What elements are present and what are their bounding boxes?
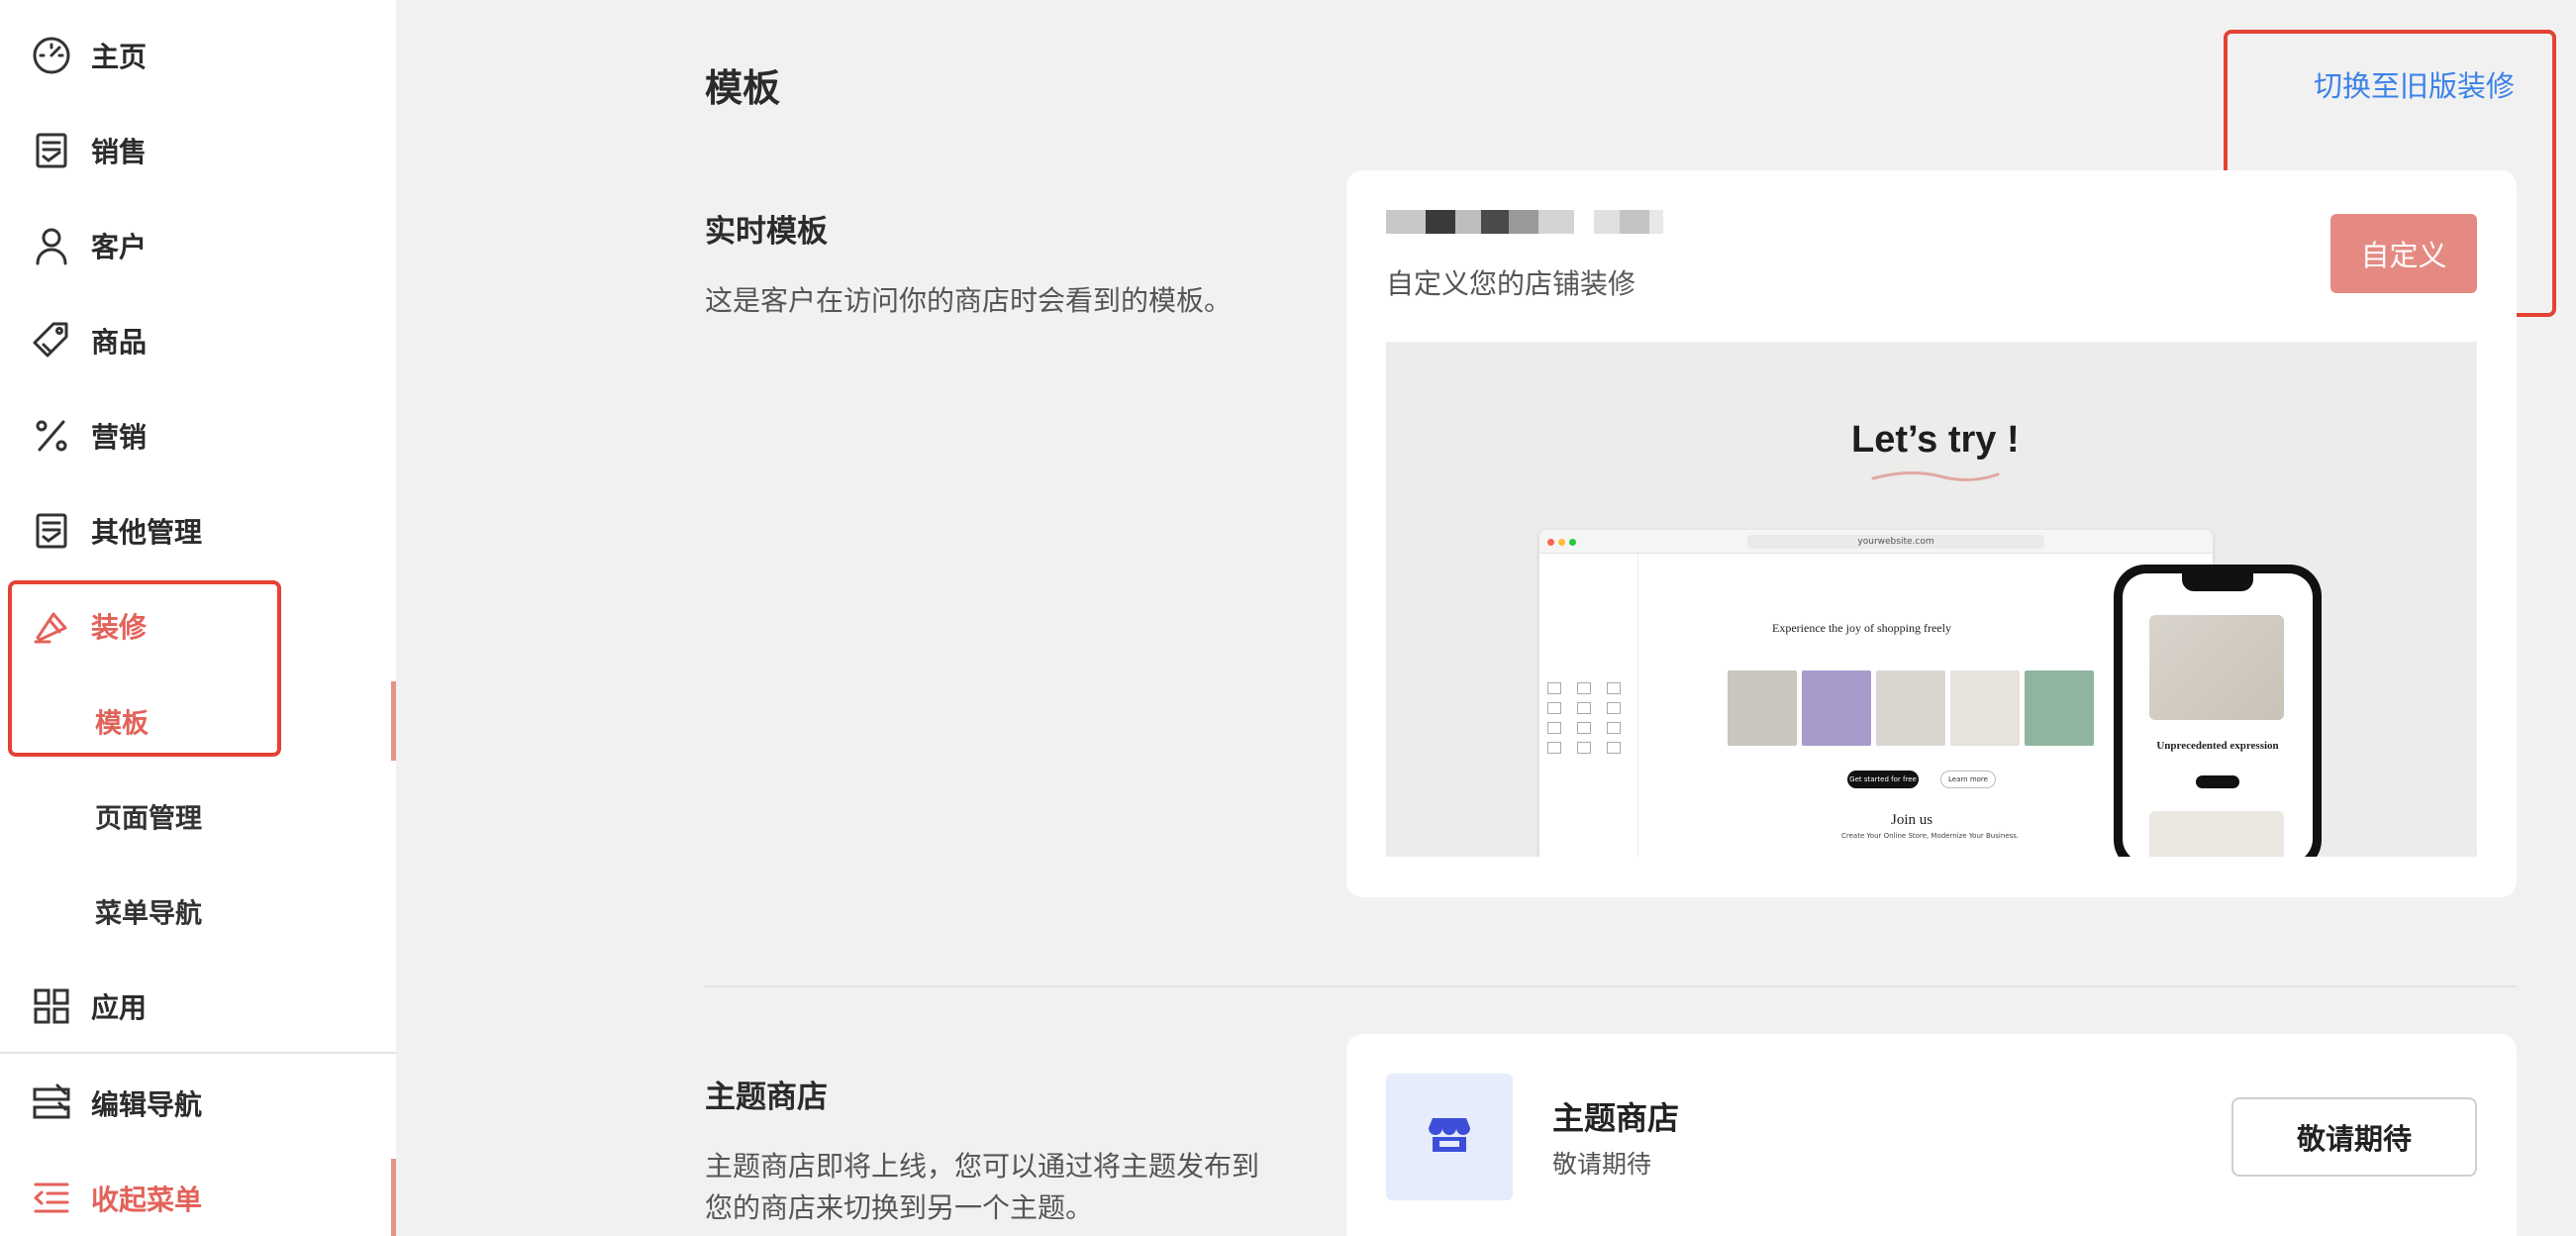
template-preview[interactable]: Let’s try ! yourwebsite.com Experience t… (1386, 342, 2477, 857)
template-name-blurred (1386, 210, 1663, 234)
mock-heading: Experience the joy of shopping freely (1772, 621, 1951, 635)
receipt-icon (30, 509, 73, 553)
store-icon (1429, 1116, 1470, 1158)
sidebar-item-decoration[interactable]: 装修 (0, 578, 396, 673)
sidebar: 主页 销售 客户 商品 营销 其他管理 装修 模板 页面管理 菜单导航 应用 编… (0, 0, 396, 1236)
sidebar-item-edit-nav[interactable]: 编辑导航 (0, 1056, 396, 1151)
sidebar-item-label: 装修 (91, 611, 148, 644)
mock-join-title: Join us (1891, 812, 1933, 828)
live-template-card: 自定义您的店铺装修 自定义 Let’s try ! yourwebsite.co… (1346, 170, 2517, 897)
store-card-title: 主题商店 (1552, 1099, 1680, 1137)
dashboard-icon (30, 34, 73, 77)
sidebar-item-apps[interactable]: 应用 (0, 959, 396, 1054)
mock-product-images (1728, 670, 2094, 746)
sidebar-item-sales[interactable]: 销售 (0, 103, 396, 198)
sidebar-item-label: 营销 (91, 421, 148, 454)
percent-icon (30, 414, 73, 458)
mock-join-sub: Create Your Online Store, Modernize Your… (1841, 832, 2020, 840)
browser-bar: yourwebsite.com (1539, 530, 2213, 554)
sidebar-subitem-menu-nav[interactable]: 菜单导航 (0, 864, 396, 959)
preview-headline: Let’s try ! (1851, 419, 2020, 461)
sidebar-item-label: 收起菜单 (91, 1184, 203, 1216)
theme-store-description: 主题商店即将上线，您可以通过将主题发布到您的商店来切换到另一个主题。 (705, 1150, 1260, 1224)
sidebar-subitem-label: 模板 (95, 708, 149, 740)
underline-swoosh (1871, 470, 2000, 481)
sidebar-item-label: 商品 (91, 326, 148, 359)
receipt-icon (30, 129, 73, 172)
card-subtitle: 自定义您的店铺装修 (1386, 267, 1636, 300)
sidebar-subitem-pages[interactable]: 页面管理 (0, 769, 396, 864)
sidebar-subitem-label: 页面管理 (95, 803, 202, 835)
url-bar: yourwebsite.com (1747, 535, 2044, 549)
sidebar-item-collapse[interactable]: 收起菜单 (0, 1151, 396, 1236)
theme-store-card: 主题商店 敬请期待 敬请期待 (1346, 1034, 2517, 1236)
sidebar-divider (0, 1052, 396, 1054)
customize-button[interactable]: 自定义 (2330, 214, 2477, 293)
store-icon-box (1386, 1074, 1513, 1200)
live-template-description: 这是客户在访问你的商店时会看到的模板。 (705, 284, 1233, 317)
live-template-title: 实时模板 (705, 214, 828, 250)
sidebar-item-home[interactable]: 主页 (0, 8, 396, 103)
section-divider (705, 985, 2517, 987)
sidebar-item-customers[interactable]: 客户 (0, 198, 396, 293)
sidebar-item-products[interactable]: 商品 (0, 293, 396, 388)
sidebar-item-marketing[interactable]: 营销 (0, 388, 396, 483)
phone-title: Unprecedented expression (2156, 740, 2279, 752)
grid-icon (30, 984, 73, 1028)
collapse-menu-icon (30, 1177, 73, 1220)
sidebar-item-label: 其他管理 (91, 516, 203, 549)
page-title: 模板 (705, 66, 781, 110)
sidebar-item-label: 销售 (91, 136, 148, 168)
sidebar-subitem-label: 菜单导航 (95, 898, 202, 930)
edit-nav-icon (30, 1082, 73, 1125)
mock-secondary-button: Learn more (1940, 771, 1996, 788)
phone-mockup: Unprecedented expression (2114, 565, 2322, 857)
mock-primary-button: Get started for free (1847, 771, 1919, 788)
sidebar-item-other[interactable]: 其他管理 (0, 483, 396, 578)
active-indicator (391, 681, 396, 761)
sidebar-subitem-template[interactable]: 模板 (0, 673, 396, 769)
person-icon (30, 224, 73, 267)
editor-panel (1539, 554, 1638, 857)
sidebar-item-label: 客户 (91, 231, 148, 263)
brush-icon (30, 604, 73, 648)
active-indicator-collapse (391, 1159, 396, 1236)
coming-soon-button[interactable]: 敬请期待 (2231, 1097, 2477, 1177)
browser-mockup: yourwebsite.com Experience the joy of sh… (1539, 530, 2213, 857)
sidebar-item-label: 主页 (91, 41, 148, 73)
theme-store-title: 主题商店 (705, 1080, 828, 1115)
sidebar-item-label: 编辑导航 (91, 1088, 203, 1121)
tag-icon (30, 319, 73, 362)
phone-product-image (2149, 615, 2284, 720)
sidebar-item-label: 应用 (91, 991, 148, 1024)
store-card-subtitle: 敬请期待 (1552, 1150, 1652, 1179)
switch-old-version-link[interactable]: 切换至旧版装修 (2314, 63, 2515, 105)
